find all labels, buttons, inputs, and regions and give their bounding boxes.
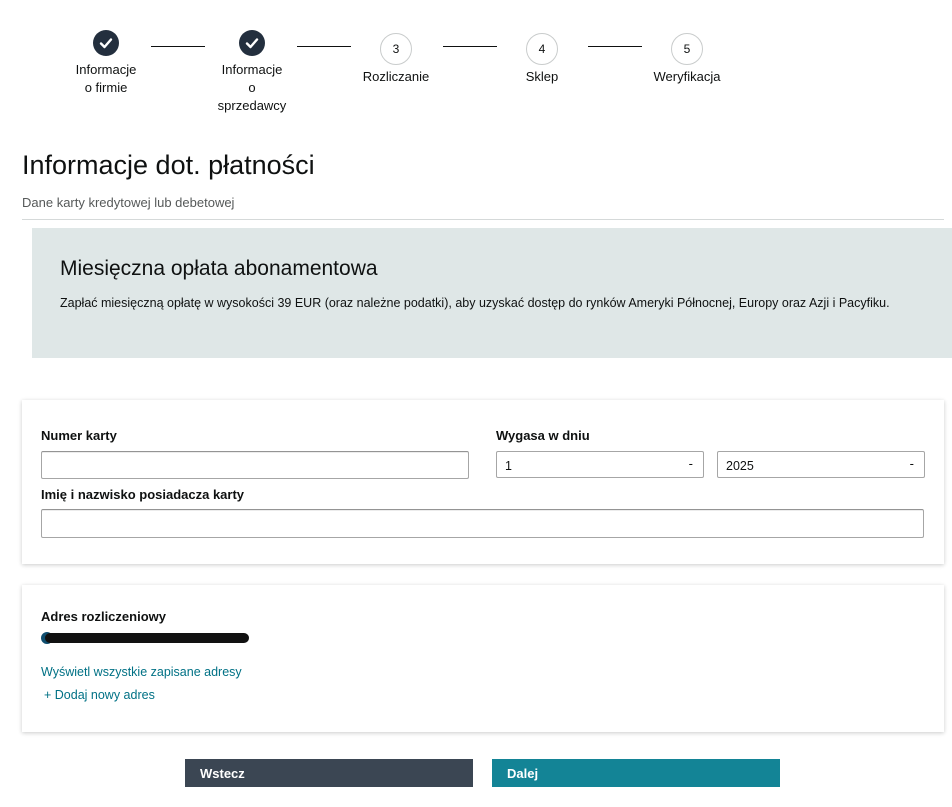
expiry-label: Wygasa w dniu [496, 428, 590, 443]
step-label: Informacje o firmie [75, 62, 137, 95]
card-number-input[interactable] [41, 451, 469, 479]
page-title: Informacje dot. płatności [22, 150, 315, 180]
step-verification: 5 Weryfikacja [637, 33, 737, 86]
step-connector [151, 46, 205, 47]
checkmark-icon [99, 38, 113, 49]
saved-address-option[interactable] [41, 631, 251, 645]
step-connector [443, 46, 497, 47]
page-subtitle: Dane karty kredytowej lub debetowej [22, 195, 235, 210]
back-button[interactable]: Wstecz [185, 759, 473, 787]
billing-address-section: Adres rozliczeniowy Wyświetl wszystkie z… [22, 585, 944, 732]
banner-text: Zapłać miesięczną opłatę w wysokości 39 … [60, 296, 890, 310]
checkmark-icon [245, 38, 259, 49]
banner-title: Miesięczna opłata abonamentowa [60, 257, 378, 280]
cardholder-name-input[interactable] [41, 509, 924, 538]
step-connector [297, 46, 351, 47]
next-button[interactable]: Dalej [492, 759, 780, 787]
expiry-month-select[interactable]: 1 - [496, 451, 704, 478]
step-number-badge: 3 [380, 33, 412, 65]
subscription-info-banner: Miesięczna opłata abonamentowa Zapłać mi… [32, 228, 952, 358]
card-number-label: Numer karty [41, 428, 117, 443]
step-number-badge: 4 [526, 33, 558, 65]
cardholder-name-label: Imię i nazwisko posiadacza karty [41, 487, 245, 502]
expiry-year-select[interactable]: 2025 - [717, 451, 925, 478]
divider [22, 219, 944, 220]
expiry-month-value: 1 [505, 459, 512, 473]
step-company-info: Informacje o firmie [56, 30, 156, 97]
payment-card-section: Numer karty Wygasa w dniu 1 - 2025 - Imi… [22, 400, 944, 564]
step-label: Sklep [525, 69, 559, 84]
step-label: Informacje o sprzedawcy [217, 62, 287, 113]
step-label: Weryfikacja [653, 69, 721, 84]
expiry-year-value: 2025 [726, 459, 754, 473]
redacted-address-text [45, 633, 249, 643]
add-new-address-link[interactable]: + Dodaj nowy adres [44, 688, 155, 702]
step-seller-info: Informacje o sprzedawcy [202, 30, 302, 115]
step-number-badge: 5 [671, 33, 703, 65]
step-billing: 3 Rozliczanie [346, 33, 446, 86]
dropdown-caret-icon: - [688, 456, 693, 471]
step-connector [588, 46, 642, 47]
step-label: Rozliczanie [362, 69, 430, 84]
progress-stepper: Informacje o firmie Informacje o sprzeda… [0, 30, 952, 120]
step-complete-badge [93, 30, 119, 56]
show-all-addresses-link[interactable]: Wyświetl wszystkie zapisane adresy [41, 665, 242, 679]
dropdown-caret-icon: - [909, 456, 914, 471]
step-store: 4 Sklep [492, 33, 592, 86]
billing-address-label: Adres rozliczeniowy [41, 609, 166, 624]
step-complete-badge [239, 30, 265, 56]
